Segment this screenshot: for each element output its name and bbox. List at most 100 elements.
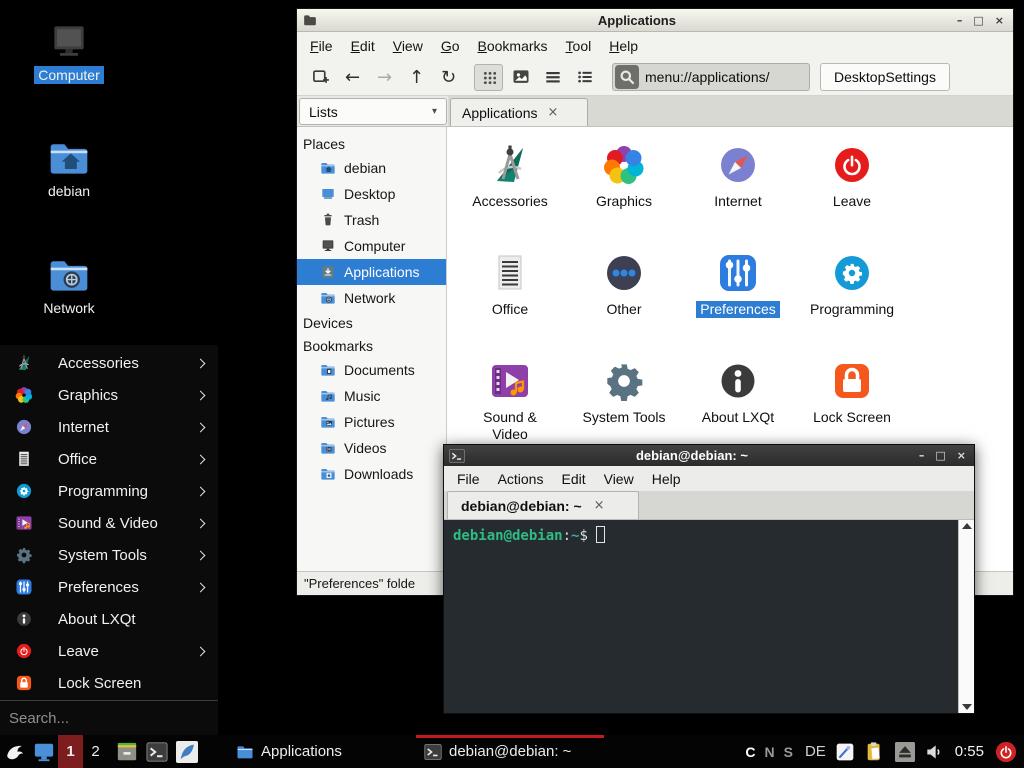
- back-button[interactable]: ←: [338, 64, 367, 91]
- sidebar-item-applications[interactable]: Applications: [297, 259, 446, 285]
- removable-media-tray-button[interactable]: [895, 735, 915, 768]
- volume-tray-button[interactable]: [924, 735, 944, 768]
- terminal-scrollbar[interactable]: [958, 520, 974, 713]
- documents-folder-icon: [320, 362, 336, 378]
- start-menu-item-sound-video[interactable]: Sound & Video: [0, 507, 218, 539]
- icon-view-button[interactable]: [474, 64, 503, 91]
- close-button[interactable]: ×: [995, 15, 1004, 26]
- scroll-down-icon[interactable]: [962, 704, 972, 710]
- task-button-terminal[interactable]: debian@debian: ~: [416, 735, 604, 768]
- clipboard-tray-button[interactable]: [864, 735, 886, 768]
- start-menu-button[interactable]: [0, 735, 30, 768]
- reload-button[interactable]: ↻: [434, 64, 463, 91]
- menu-view[interactable]: View: [595, 468, 643, 490]
- desktop-icon-computer[interactable]: Computer: [20, 20, 118, 84]
- address-bar[interactable]: menu://applications/: [612, 63, 810, 91]
- menu-bookmarks[interactable]: Bookmarks: [469, 35, 557, 57]
- scroll-up-icon[interactable]: [962, 523, 972, 529]
- quicklaunch-featherpad-button[interactable]: [172, 735, 202, 768]
- app-category-other[interactable]: Other: [567, 241, 681, 349]
- start-menu-item-system-tools[interactable]: System Tools: [0, 539, 218, 571]
- start-menu-item-leave[interactable]: Leave: [0, 635, 218, 667]
- app-category-sound-video[interactable]: Sound & Video: [453, 349, 567, 457]
- app-category-leave[interactable]: Leave: [795, 133, 909, 241]
- maximize-button[interactable]: □: [973, 15, 983, 26]
- workspace-1-button[interactable]: 1: [58, 735, 83, 768]
- sidebar-item-music[interactable]: Music: [297, 383, 446, 409]
- thumbnail-view-button[interactable]: [506, 64, 535, 91]
- start-menu-item-accessories[interactable]: Accessories: [0, 347, 218, 379]
- screenshot-tray-button[interactable]: [835, 735, 855, 768]
- menu-edit[interactable]: Edit: [552, 468, 594, 490]
- fm-titlebar[interactable]: Applications – □ ×: [297, 9, 1013, 32]
- menu-help[interactable]: Help: [643, 468, 690, 490]
- terminal-tab[interactable]: debian@debian: ~ ×: [447, 491, 639, 519]
- forward-button[interactable]: →: [370, 64, 399, 91]
- maximize-button[interactable]: □: [935, 450, 945, 461]
- quicklaunch-terminal-button[interactable]: [142, 735, 172, 768]
- tab-close-icon[interactable]: ×: [594, 498, 605, 513]
- menu-go[interactable]: Go: [432, 35, 469, 57]
- start-menu-item-programming[interactable]: Programming: [0, 475, 218, 507]
- app-category-programming[interactable]: Programming: [795, 241, 909, 349]
- app-category-preferences[interactable]: Preferences: [681, 241, 795, 349]
- compact-view-button[interactable]: [538, 64, 567, 91]
- tab-applications[interactable]: Applications ×: [450, 98, 588, 126]
- submenu-chevron-icon: [196, 454, 206, 464]
- start-menu-item-office[interactable]: Office: [0, 443, 218, 475]
- sidebar-item-debian[interactable]: debian: [297, 155, 446, 181]
- app-category-accessories[interactable]: Accessories: [453, 133, 567, 241]
- app-category-internet[interactable]: Internet: [681, 133, 795, 241]
- sidebar-item-pictures[interactable]: Pictures: [297, 409, 446, 435]
- menu-tool[interactable]: Tool: [557, 35, 601, 57]
- graphics-icon: [14, 385, 34, 405]
- new-tab-button[interactable]: [306, 64, 335, 91]
- app-category-about-lxqt[interactable]: About LXQt: [681, 349, 795, 457]
- sidebar-item-videos[interactable]: Videos: [297, 435, 446, 461]
- minimize-button[interactable]: –: [957, 15, 963, 26]
- keyboard-layout-indicator[interactable]: DE: [805, 743, 826, 760]
- close-button[interactable]: ×: [957, 450, 966, 461]
- menu-help[interactable]: Help: [600, 35, 647, 57]
- show-desktop-button[interactable]: [30, 735, 58, 768]
- sidebar-mode-dropdown[interactable]: Lists ▾: [299, 98, 447, 125]
- leave-tray-button[interactable]: [995, 735, 1017, 768]
- menu-file[interactable]: File: [301, 35, 342, 57]
- fm-menubar: File Edit View Go Bookmarks Tool Help: [297, 32, 1013, 59]
- start-menu-item-about-lxqt[interactable]: About LXQt: [0, 603, 218, 635]
- tab-close-icon[interactable]: ×: [548, 105, 559, 120]
- quicklaunch-file-manager-button[interactable]: [112, 735, 142, 768]
- sidebar-item-desktop[interactable]: Desktop: [297, 181, 446, 207]
- start-menu-item-graphics[interactable]: Graphics: [0, 379, 218, 411]
- menu-edit[interactable]: Edit: [342, 35, 384, 57]
- workspace-2-button[interactable]: 2: [83, 735, 108, 768]
- clock[interactable]: 0:55: [955, 743, 984, 760]
- desktop-icon-debian[interactable]: debian: [20, 136, 118, 200]
- desktop-icon-network[interactable]: Network: [20, 253, 118, 317]
- terminal-titlebar[interactable]: debian@debian: ~ – □ ×: [444, 445, 974, 466]
- start-menu-search-input[interactable]: Search...: [0, 700, 218, 735]
- menu-view[interactable]: View: [384, 35, 432, 57]
- detailed-view-button[interactable]: [570, 64, 599, 91]
- menu-file[interactable]: File: [448, 468, 489, 490]
- start-menu: Accessories Graphics Internet Office Pro…: [0, 345, 218, 735]
- sidebar-item-documents[interactable]: Documents: [297, 357, 446, 383]
- app-category-graphics[interactable]: Graphics: [567, 133, 681, 241]
- sidebar-item-computer[interactable]: Computer: [297, 233, 446, 259]
- sidebar-item-trash[interactable]: Trash: [297, 207, 446, 233]
- minimize-button[interactable]: –: [919, 450, 925, 461]
- app-category-lock-screen[interactable]: Lock Screen: [795, 349, 909, 457]
- desktop-settings-button[interactable]: DesktopSettings: [820, 63, 950, 91]
- sidebar-item-network[interactable]: Network: [297, 285, 446, 311]
- start-menu-item-internet[interactable]: Internet: [0, 411, 218, 443]
- menu-actions[interactable]: Actions: [489, 468, 553, 490]
- start-menu-item-lock-screen[interactable]: Lock Screen: [0, 667, 218, 699]
- start-menu-item-preferences[interactable]: Preferences: [0, 571, 218, 603]
- sidebar-item-downloads[interactable]: Downloads: [297, 461, 446, 487]
- speaker-icon: [924, 742, 944, 762]
- task-button-applications[interactable]: Applications: [228, 735, 378, 768]
- app-category-office[interactable]: Office: [453, 241, 567, 349]
- app-category-system-tools[interactable]: System Tools: [567, 349, 681, 457]
- up-button[interactable]: ↑: [402, 64, 431, 91]
- terminal-screen[interactable]: debian@debian:~$: [444, 520, 958, 713]
